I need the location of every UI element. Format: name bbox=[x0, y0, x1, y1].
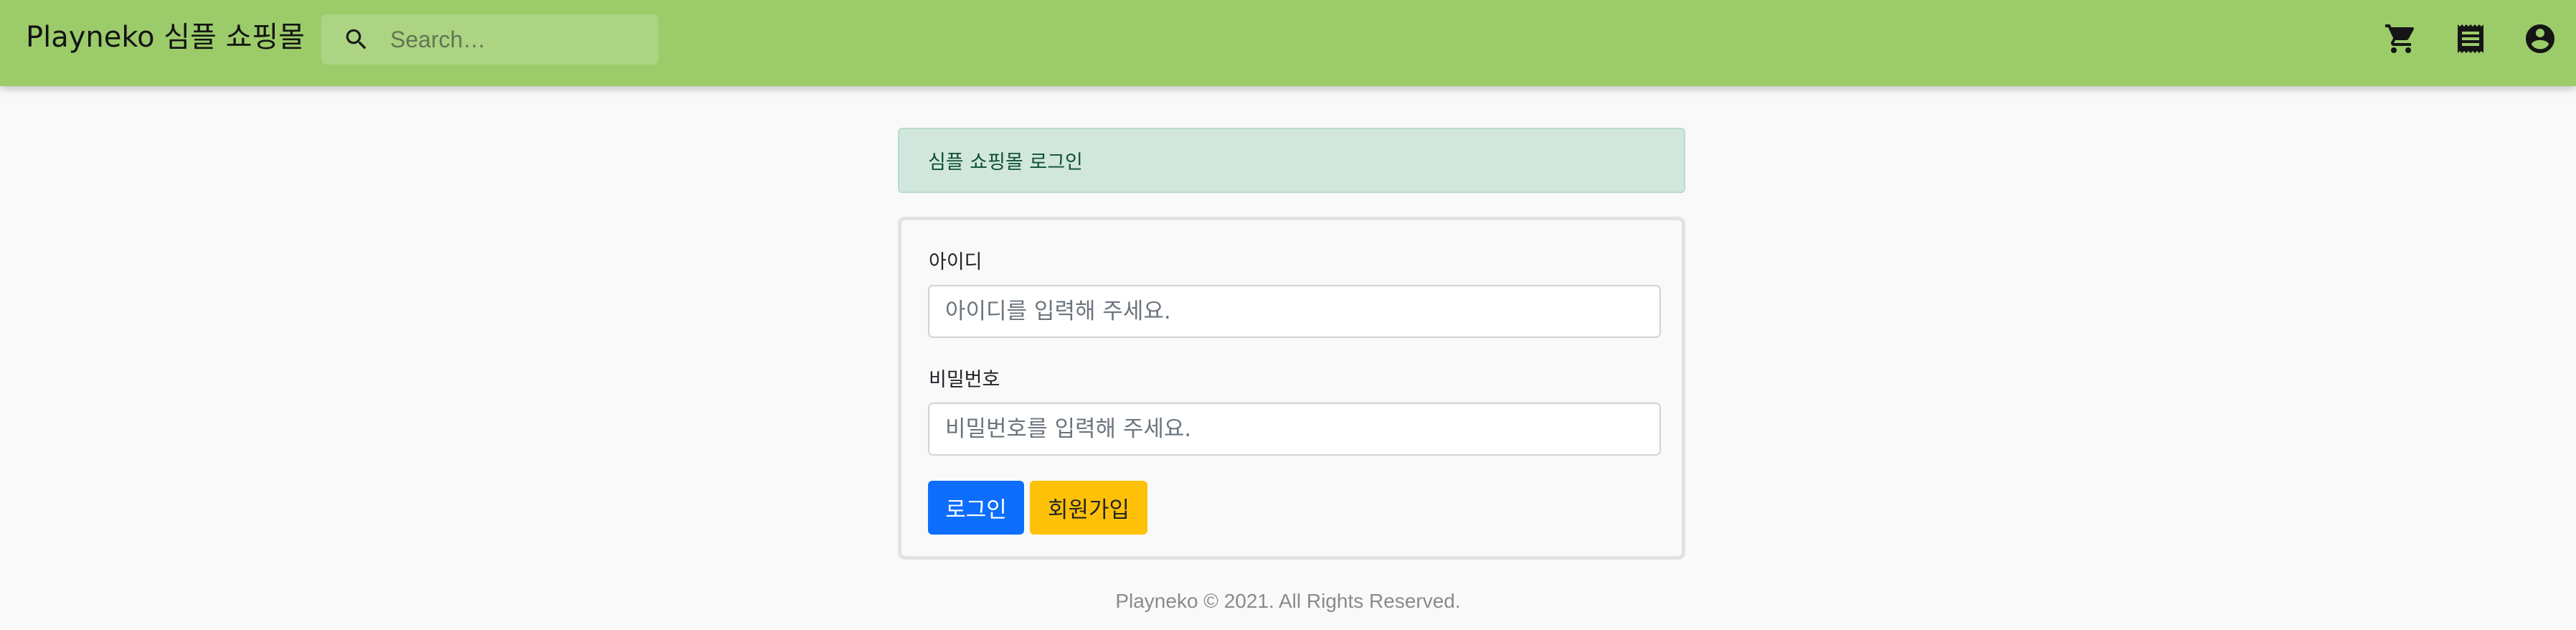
search-input[interactable] bbox=[390, 14, 648, 65]
login-button[interactable]: 로그인 bbox=[928, 481, 1024, 535]
account-circle-icon[interactable] bbox=[2523, 22, 2557, 56]
search-icon bbox=[343, 26, 370, 53]
password-input[interactable] bbox=[928, 403, 1661, 456]
signup-button[interactable]: 회원가입 bbox=[1030, 481, 1147, 535]
receipt-icon[interactable] bbox=[2453, 22, 2488, 56]
cart-icon[interactable] bbox=[2384, 22, 2418, 56]
login-card: 아이디 비밀번호 로그인 회원가입 bbox=[898, 217, 1685, 560]
id-input[interactable] bbox=[928, 285, 1661, 338]
app-bar: Playneko 심플 쇼핑몰 bbox=[0, 0, 2576, 86]
alert-text: 심플 쇼핑몰 로그인 bbox=[928, 151, 1083, 174]
login-alert: 심플 쇼핑몰 로그인 bbox=[898, 128, 1685, 193]
id-label: 아이디 bbox=[929, 251, 982, 273]
footer-copyright: Playneko © 2021. All Rights Reserved. bbox=[1115, 590, 1461, 612]
search-box[interactable] bbox=[321, 14, 658, 65]
brand-title[interactable]: Playneko 심플 쇼핑몰 bbox=[26, 20, 305, 55]
password-label: 비밀번호 bbox=[929, 369, 1000, 391]
